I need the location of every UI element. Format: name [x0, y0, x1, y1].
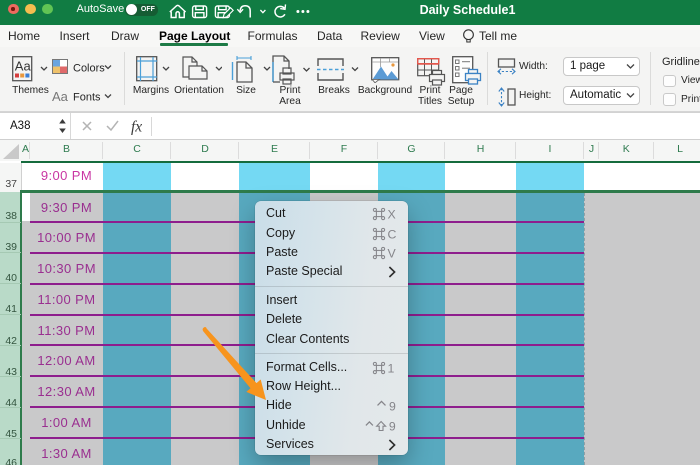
svg-text:Aa: Aa — [52, 89, 69, 104]
svg-text:Colors: Colors — [73, 62, 105, 74]
svg-text:C: C — [387, 227, 396, 241]
svg-text:X: X — [387, 208, 395, 222]
svg-text:Aa: Aa — [15, 59, 32, 74]
svg-text:V: V — [387, 246, 396, 260]
svg-text:9: 9 — [389, 400, 396, 414]
svg-text:1: 1 — [387, 361, 394, 375]
svg-text:fx: fx — [131, 119, 142, 136]
svg-text:Fonts: Fonts — [73, 91, 101, 103]
svg-text:9: 9 — [388, 419, 395, 433]
